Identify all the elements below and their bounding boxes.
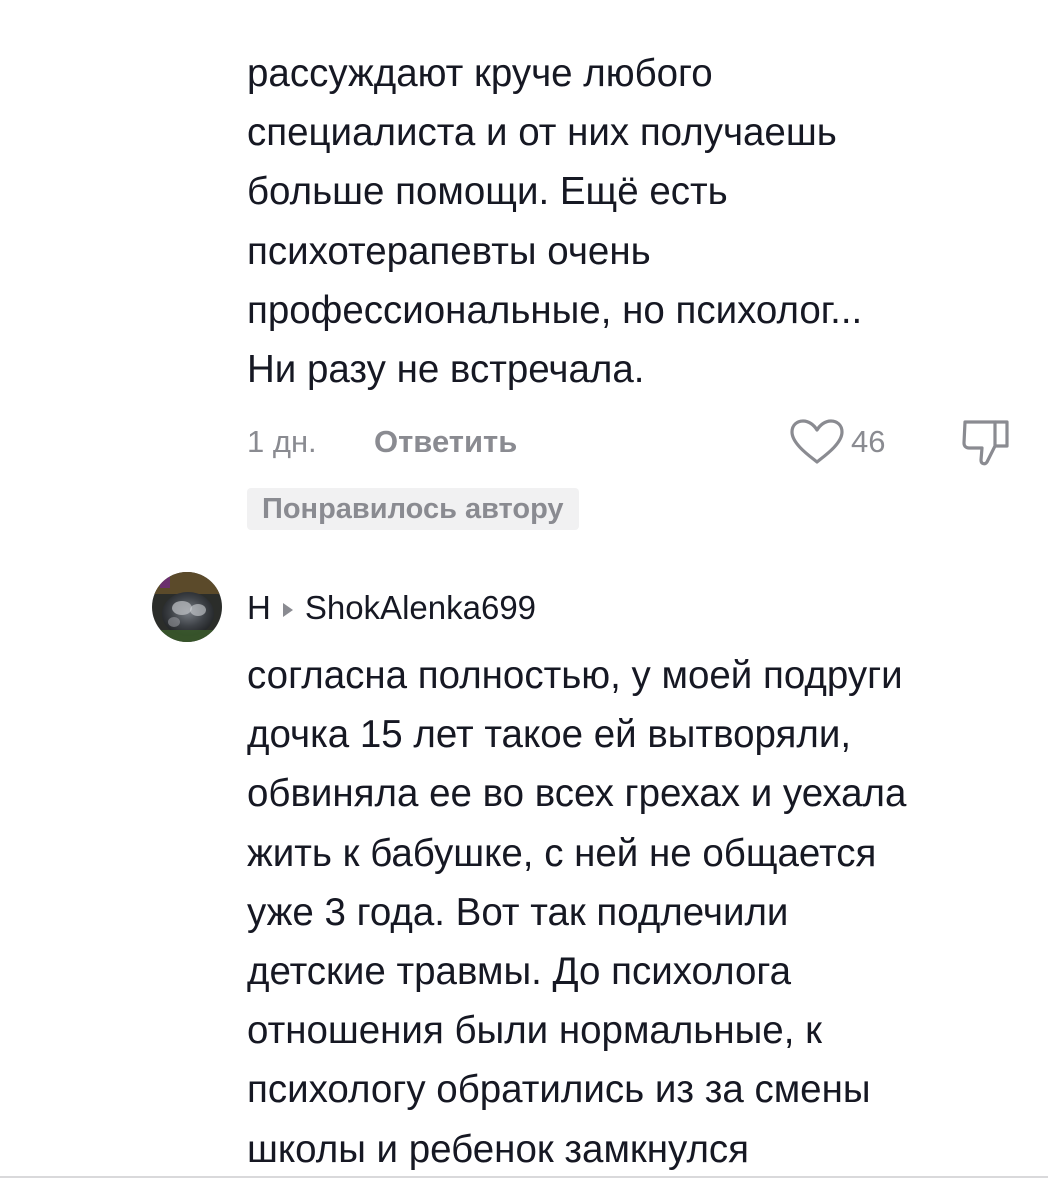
comment-text: согласна полностью, у моей подруги дочка… [247, 646, 1037, 1179]
comment-text-line: жить к бабушке, с ней не общается [247, 831, 877, 875]
comment-text: рассуждают круче любого специалиста и от… [247, 44, 1037, 399]
comment-text-line: больше помощи. Ещё есть [247, 170, 728, 214]
avatar[interactable] [152, 572, 222, 642]
author-name[interactable]: Н [247, 586, 271, 630]
comment-text-line: уже 3 года. Вот так подлечили [247, 890, 789, 934]
comment-text-line: отношения были нормальные, к [247, 1009, 822, 1053]
comment-text-line: школы и ребенок замкнулся [247, 1127, 750, 1171]
heart-outline-icon[interactable] [788, 418, 846, 466]
divider [0, 1176, 1048, 1178]
thumbs-down-icon[interactable] [961, 416, 1011, 468]
comment-author-row: Н ShokAlenka699 [247, 586, 536, 630]
comment-text-line: обвиняла ее во всех грехах и уехала [247, 772, 907, 816]
comment-meta-row: 1 дн. Ответить 46 [247, 416, 1017, 466]
play-arrow-icon [282, 603, 293, 618]
reply-target-name[interactable]: ShokAlenka699 [305, 586, 536, 630]
comment-text-line: Ни разу не встречала. [247, 348, 645, 392]
comment-text-line: специалиста и от них получаешь [247, 111, 837, 155]
comment-text-line: профессиональные, но психолог... [247, 288, 863, 332]
comment-text-line: дочка 15 лет такое ей вытворяли, [247, 713, 852, 757]
like-count: 46 [851, 424, 886, 459]
comment-text-line: детские травмы. До психолога [247, 950, 792, 994]
comment-text-line: психологу обратились из за смены [247, 1068, 871, 1112]
comment-text-line: рассуждают круче любого [247, 52, 713, 95]
reply-button[interactable]: Ответить [374, 424, 517, 460]
comment-timestamp: 1 дн. [247, 424, 317, 459]
comment-text-line: психотерапевты очень [247, 229, 651, 273]
liked-by-author-badge: Понравилось автору [247, 488, 579, 530]
comment-text-line: согласна полностью, у моей подруги [247, 654, 903, 697]
